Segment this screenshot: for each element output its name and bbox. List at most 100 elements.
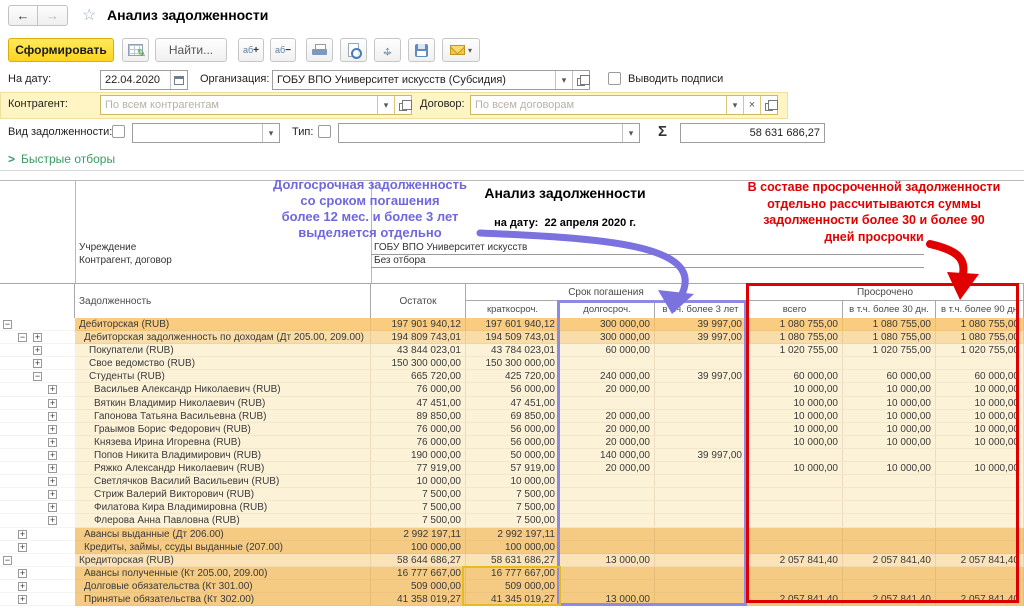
collapse-node-icon[interactable]: − <box>3 556 12 565</box>
debt-row-name[interactable]: Светлячков Василий Васильевич (RUB) <box>75 475 371 488</box>
save-button[interactable] <box>408 38 435 62</box>
debt-row-value[interactable]: 50 000,00 <box>466 449 560 462</box>
debt-row-value[interactable] <box>843 514 936 527</box>
debt-row-value[interactable] <box>655 580 747 593</box>
debt-row-value[interactable] <box>843 580 936 593</box>
debt-row-value[interactable] <box>747 357 843 370</box>
debt-row-value[interactable] <box>843 449 936 462</box>
expand-node-icon[interactable]: + <box>18 582 27 591</box>
debt-row-value[interactable] <box>936 449 1024 462</box>
expand-groups-button[interactable]: аб+ <box>238 38 264 62</box>
debt-row-value[interactable] <box>560 541 655 554</box>
debt-row-value[interactable]: 665 720,00 <box>371 370 466 383</box>
debt-row-name[interactable]: Покупатели (RUB) <box>75 344 371 357</box>
debt-row-value[interactable] <box>843 501 936 514</box>
debt-row-value[interactable]: 425 720,00 <box>466 370 560 383</box>
chevron-down-icon[interactable] <box>262 124 279 142</box>
debt-row-value[interactable]: 7 500,00 <box>371 488 466 501</box>
debt-row-value[interactable] <box>747 580 843 593</box>
debt-row-value[interactable] <box>560 357 655 370</box>
debt-row-value[interactable]: 39 997,00 <box>655 370 747 383</box>
debt-row-name[interactable]: Граымов Борис Федорович (RUB) <box>75 423 371 436</box>
debt-row-value[interactable]: 41 358 019,27 <box>371 593 466 606</box>
debt-row-value[interactable]: 10 000,00 <box>936 462 1024 475</box>
debt-row-value[interactable]: 10 000,00 <box>936 436 1024 449</box>
debt-row-value[interactable]: 13 000,00 <box>560 593 655 606</box>
send-email-button[interactable]: ▾ <box>442 38 480 62</box>
debt-row-name[interactable]: Авансы полученные (Кт 205.00, 209.00) <box>75 567 371 580</box>
debt-row-value[interactable]: 190 000,00 <box>371 449 466 462</box>
debt-row-value[interactable] <box>560 397 655 410</box>
expand-node-icon[interactable]: + <box>48 490 57 499</box>
debt-row-value[interactable]: 1 080 755,00 <box>936 331 1024 344</box>
expand-node-icon[interactable]: + <box>48 399 57 408</box>
debt-row-name[interactable]: Флерова Анна Павловна (RUB) <box>75 514 371 527</box>
debt-row-value[interactable] <box>655 462 747 475</box>
expand-node-icon[interactable]: + <box>18 595 27 604</box>
debt-row-value[interactable]: 69 850,00 <box>466 410 560 423</box>
chevron-down-icon[interactable] <box>622 124 639 142</box>
debt-row-value[interactable] <box>843 541 936 554</box>
debt-row-value[interactable] <box>936 541 1024 554</box>
debt-row-value[interactable]: 10 000,00 <box>843 462 936 475</box>
debt-row-value[interactable]: 7 500,00 <box>466 501 560 514</box>
debt-row-value[interactable] <box>747 514 843 527</box>
debt-row-value[interactable]: 240 000,00 <box>560 370 655 383</box>
debt-row-value[interactable]: 60 000,00 <box>936 370 1024 383</box>
debt-row-value[interactable] <box>655 423 747 436</box>
expand-node-icon[interactable]: + <box>48 451 57 460</box>
debt-row-value[interactable]: 10 000,00 <box>371 475 466 488</box>
debt-row-name[interactable]: Стриж Валерий Викторович (RUB) <box>75 488 371 501</box>
debt-row-value[interactable]: 58 644 686,27 <box>371 554 466 567</box>
debt-row-value[interactable] <box>655 567 747 580</box>
debt-row-value[interactable] <box>560 501 655 514</box>
debt-row-value[interactable]: 194 509 743,01 <box>466 331 560 344</box>
debt-row-value[interactable] <box>560 528 655 541</box>
debt-row-value[interactable]: 300 000,00 <box>560 318 655 331</box>
debt-row-name[interactable]: Князева Ирина Игоревна (RUB) <box>75 436 371 449</box>
debt-row-value[interactable]: 7 500,00 <box>371 501 466 514</box>
debt-kind-checkbox[interactable] <box>112 125 125 138</box>
print-preview-button[interactable] <box>340 38 367 62</box>
chevron-down-icon[interactable] <box>726 96 743 114</box>
expand-node-icon[interactable]: + <box>48 385 57 394</box>
debt-row-value[interactable]: 2 057 841,40 <box>936 593 1024 606</box>
debt-row-value[interactable] <box>560 475 655 488</box>
debt-row-name[interactable]: Долговые обязательства (Кт 301.00) <box>75 580 371 593</box>
choose-from-list-icon[interactable] <box>394 96 411 114</box>
debt-row-value[interactable]: 89 850,00 <box>371 410 466 423</box>
debt-row-value[interactable] <box>747 449 843 462</box>
expand-node-icon[interactable]: + <box>18 543 27 552</box>
debt-row-value[interactable]: 43 784 023,01 <box>466 344 560 357</box>
debt-row-value[interactable] <box>747 567 843 580</box>
debt-row-value[interactable]: 140 000,00 <box>560 449 655 462</box>
debt-row-value[interactable]: 76 000,00 <box>371 436 466 449</box>
debt-row-name[interactable]: Авансы выданные (Дт 206.00) <box>75 528 371 541</box>
debt-row-value[interactable] <box>560 580 655 593</box>
debt-row-value[interactable]: 10 000,00 <box>843 397 936 410</box>
debt-row-value[interactable]: 300 000,00 <box>560 331 655 344</box>
debt-row-value[interactable]: 56 000,00 <box>466 436 560 449</box>
debt-row-value[interactable] <box>747 475 843 488</box>
debt-row-value[interactable]: 20 000,00 <box>560 436 655 449</box>
debt-row-value[interactable] <box>747 541 843 554</box>
debt-row-value[interactable]: 76 000,00 <box>371 383 466 396</box>
debt-row-value[interactable]: 10 000,00 <box>843 410 936 423</box>
debt-row-value[interactable] <box>843 528 936 541</box>
back-icon[interactable]: ← <box>8 5 38 26</box>
debt-row-value[interactable]: 100 000,00 <box>466 541 560 554</box>
expand-node-icon[interactable]: + <box>48 516 57 525</box>
debt-row-value[interactable]: 100 000,00 <box>371 541 466 554</box>
debt-row-name[interactable]: Ряжко Александр Николаевич (RUB) <box>75 462 371 475</box>
expand-node-icon[interactable]: + <box>48 412 57 421</box>
expand-node-icon[interactable]: + <box>48 438 57 447</box>
debt-row-value[interactable]: 16 777 667,00 <box>466 567 560 580</box>
debt-row-value[interactable]: 1 020 755,00 <box>747 344 843 357</box>
debt-row-value[interactable]: 20 000,00 <box>560 423 655 436</box>
debt-row-value[interactable] <box>655 475 747 488</box>
debt-row-value[interactable] <box>936 501 1024 514</box>
debt-row-value[interactable]: 150 300 000,00 <box>466 357 560 370</box>
debt-row-value[interactable]: 10 000,00 <box>936 383 1024 396</box>
debt-row-value[interactable]: 58 631 686,27 <box>466 554 560 567</box>
debt-row-value[interactable]: 10 000,00 <box>747 436 843 449</box>
